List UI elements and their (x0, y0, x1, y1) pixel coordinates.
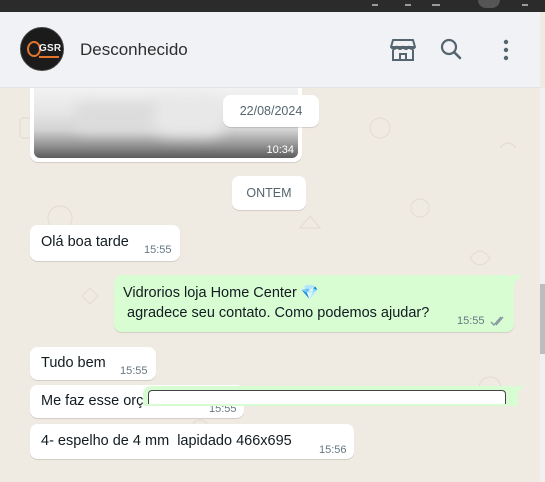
message-time: 15:56 (319, 444, 347, 456)
chat-scrollbar[interactable] (540, 88, 545, 482)
incoming-message[interactable]: Tudo bem 15:55 (30, 347, 156, 380)
message-text: Tudo bem (41, 355, 106, 371)
outgoing-message[interactable]: Vidrorios loja Home Center 💎 agradece se… (114, 275, 514, 332)
date-chip: 22/08/2024 (223, 95, 319, 127)
message-text: Olá boa tarde (41, 234, 129, 250)
scrollbar-thumb[interactable] (540, 284, 545, 354)
message-time: 10:34 (266, 144, 294, 156)
message-text-line: Vidrorios loja Home Center 💎 (123, 285, 319, 301)
menu-dots-icon[interactable] (498, 37, 514, 63)
profile-avatar[interactable] (478, 0, 500, 8)
message-text-line: agradece seu contato. Como podemos ajuda… (123, 305, 430, 321)
incoming-message[interactable]: Olá boa tarde 15:55 (30, 225, 180, 261)
read-receipt-icon (490, 316, 504, 327)
date-chip: ONTEM (232, 176, 306, 210)
download-icon[interactable] (372, 0, 378, 6)
search-icon[interactable] (439, 37, 467, 63)
bookmark-star-icon[interactable] (432, 0, 440, 6)
logo-underline (39, 56, 59, 58)
chat-area[interactable]: 10:34 22/08/2024 ONTEM Olá boa tarde 15:… (0, 88, 540, 482)
contact-avatar[interactable]: GSR (20, 27, 64, 71)
message-time: 15:55 (457, 315, 485, 327)
incoming-message[interactable]: 4- espelho de 4 mm lapidado 466x695 15:5… (30, 424, 354, 459)
share-icon[interactable] (405, 0, 411, 6)
browser-menu-icon[interactable] (522, 0, 528, 6)
bubble-tail (512, 275, 522, 285)
message-text: 4- espelho de 4 mm lapidado 466x695 (41, 433, 292, 449)
message-time: 15:55 (120, 365, 148, 377)
outgoing-image-message-partial[interactable] (143, 386, 524, 406)
catalog-store-icon[interactable] (389, 37, 417, 63)
chat-header: GSR Desconhecido (0, 12, 540, 88)
avatar-logo-text: GSR (39, 43, 62, 54)
browser-top-strip (0, 0, 545, 12)
message-time: 15:55 (144, 244, 172, 256)
contact-name[interactable]: Desconhecido (80, 40, 188, 60)
image-preview[interactable] (148, 390, 506, 404)
